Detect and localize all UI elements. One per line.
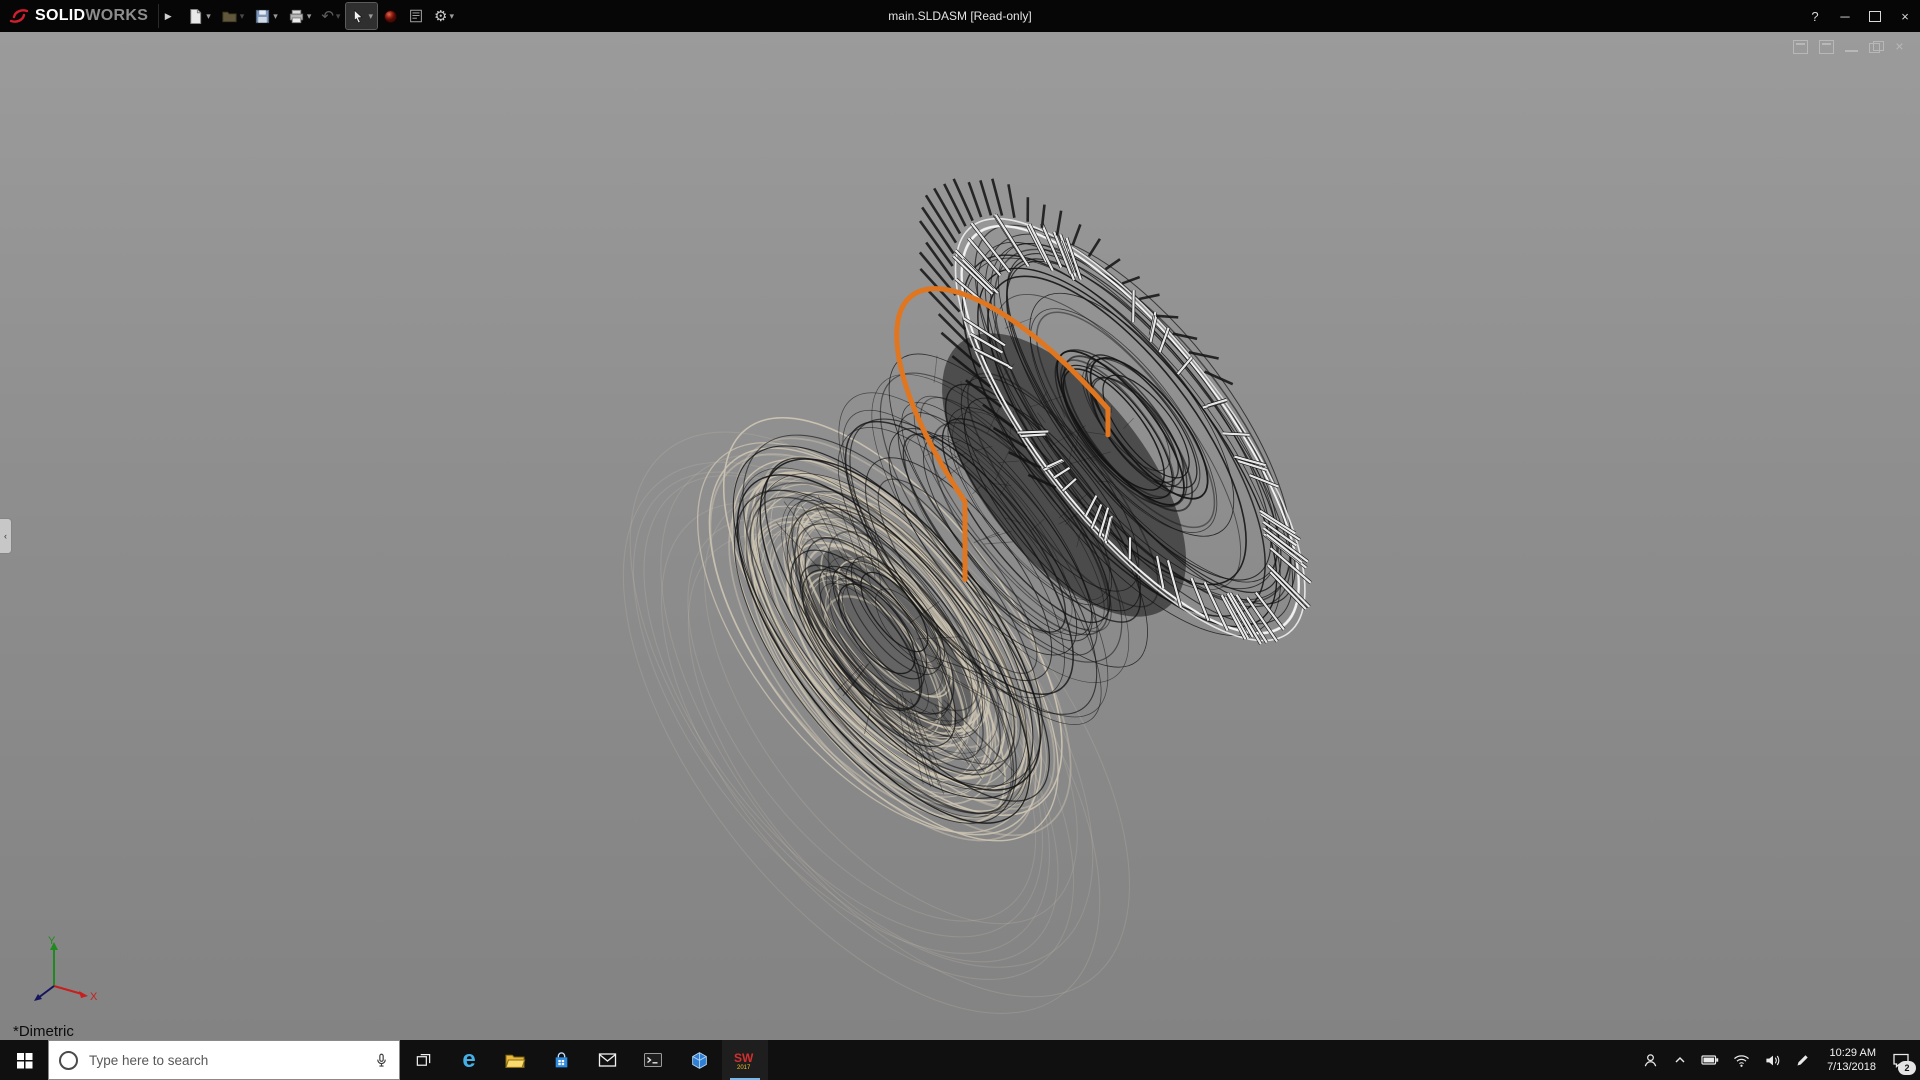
pen-icon: [1797, 1055, 1808, 1066]
people-icon: [1644, 1053, 1657, 1066]
notification-badge: 2: [1898, 1061, 1916, 1075]
doc-close-icon[interactable]: ×: [1893, 39, 1906, 53]
doc-minimize-icon[interactable]: [1845, 40, 1858, 52]
battery-button[interactable]: [1694, 1040, 1726, 1080]
chevron-up-icon: [1675, 1057, 1685, 1063]
appearance-sphere-icon: [384, 9, 397, 23]
clock-time: 10:29 AM: [1829, 1046, 1876, 1059]
dropdown-caret-icon[interactable]: ▾: [240, 11, 245, 22]
titlebar: SOLIDWORKS ▶ ▾ ▾ ▾ ▾ ↶ ▾ ▾ ⚙ ▾ main.SLDA…: [0, 0, 1920, 32]
battery-icon: [1701, 1055, 1719, 1065]
doc-split-icon[interactable]: [1819, 40, 1834, 54]
save-button[interactable]: ▾: [250, 3, 282, 29]
wifi-icon: [1734, 1054, 1750, 1067]
undo-icon: ↶: [321, 7, 334, 25]
system-tray: 10:29 AM 7/13/2018 2: [1635, 1040, 1920, 1080]
triad-y-label: Y: [48, 935, 56, 947]
sw-year: 2017: [737, 1065, 751, 1071]
quick-access-toolbar: ▾ ▾ ▾ ▾ ↶ ▾ ▾ ⚙ ▾: [183, 2, 458, 30]
select-tool-button[interactable]: ▾: [345, 2, 378, 30]
store-icon: [555, 1051, 567, 1067]
microphone-icon[interactable]: [374, 1052, 389, 1069]
orientation-triad: Y X: [34, 935, 98, 1003]
task-view-button[interactable]: [400, 1040, 446, 1080]
solidworks-2017-icon: SW 2017: [734, 1051, 754, 1071]
doc-pane-icon[interactable]: [1793, 40, 1808, 54]
3d-model-wireframe-view[interactable]: [0, 32, 1920, 1040]
document-window-controls: ×: [1793, 39, 1906, 54]
save-floppy-icon: [256, 9, 270, 23]
dassault-logo-icon: [9, 9, 29, 23]
people-button[interactable]: [1635, 1040, 1666, 1080]
dropdown-caret-icon[interactable]: ▾: [273, 11, 278, 22]
task-view-icon: [416, 1053, 430, 1066]
taskbar-app-edge[interactable]: e: [446, 1040, 492, 1080]
maximize-icon: [1869, 10, 1881, 22]
taskbar-app-solidworks[interactable]: SW 2017: [722, 1040, 768, 1080]
window-title: main.SLDASM [Read-only]: [888, 9, 1032, 23]
doc-restore-icon[interactable]: [1869, 41, 1884, 53]
minimize-button[interactable]: ─: [1830, 0, 1860, 32]
solidworks-logo: SOLIDWORKS: [0, 7, 158, 25]
dropdown-caret-icon[interactable]: ▾: [368, 11, 373, 22]
window-controls: ? ─ ×: [1800, 0, 1920, 32]
dropdown-caret-icon[interactable]: ▾: [449, 11, 454, 22]
start-button[interactable]: [0, 1040, 48, 1080]
help-button[interactable]: ?: [1800, 0, 1830, 32]
search-input[interactable]: [87, 1051, 365, 1069]
cortana-icon: [59, 1050, 78, 1070]
speaker-icon: [1766, 1055, 1780, 1065]
open-document-button[interactable]: ▾: [217, 3, 249, 29]
tray-overflow-button[interactable]: [1666, 1040, 1694, 1080]
file-explorer-icon: [505, 1054, 526, 1068]
clock-date: 7/13/2018: [1827, 1061, 1876, 1073]
select-cursor-icon: [354, 8, 364, 23]
graphics-viewport[interactable]: × ‹ Y X *Dimetric: [0, 32, 1920, 1040]
taskbar-search[interactable]: [48, 1040, 400, 1080]
open-folder-icon: [222, 11, 237, 22]
print-button[interactable]: ▾: [284, 3, 316, 29]
brand-text: SOLIDWORKS: [35, 7, 149, 24]
display-settings-button[interactable]: [404, 3, 428, 29]
display-pane-icon: [410, 9, 422, 23]
dropdown-caret-icon[interactable]: ▾: [307, 11, 312, 22]
gear-icon: ⚙: [433, 7, 448, 25]
windows-taskbar: e SW: [0, 1040, 1920, 1080]
taskbar-app-store[interactable]: [538, 1040, 584, 1080]
taskbar-app-3d-viewer[interactable]: [676, 1040, 722, 1080]
maximize-button[interactable]: [1860, 0, 1890, 32]
view-orientation-label: *Dimetric: [13, 1023, 74, 1040]
taskbar-app-file-explorer[interactable]: [492, 1040, 538, 1080]
dropdown-caret-icon[interactable]: ▾: [336, 11, 341, 22]
3d-cube-icon: [691, 1051, 707, 1069]
new-document-button[interactable]: ▾: [183, 3, 215, 29]
print-icon: [289, 9, 303, 23]
taskbar-app-mail[interactable]: [584, 1040, 630, 1080]
mail-envelope-icon: [598, 1053, 616, 1067]
appearances-button[interactable]: [379, 3, 402, 29]
feature-panel-collapse-handle[interactable]: ‹: [0, 518, 12, 554]
network-button[interactable]: [1726, 1040, 1757, 1080]
menu-expand-arrow-icon[interactable]: ▶: [158, 4, 177, 28]
taskbar-clock[interactable]: 10:29 AM 7/13/2018: [1818, 1040, 1885, 1080]
action-center-button[interactable]: 2: [1885, 1040, 1920, 1080]
new-document-icon: [190, 8, 202, 24]
edge-icon: e: [462, 1046, 476, 1073]
taskbar-app-console[interactable]: [630, 1040, 676, 1080]
triad-x-label: X: [90, 991, 98, 1003]
undo-button[interactable]: ↶ ▾: [317, 3, 344, 29]
options-button[interactable]: ⚙ ▾: [430, 3, 458, 29]
close-button[interactable]: ×: [1890, 0, 1920, 32]
sw-label: SW: [734, 1051, 754, 1065]
volume-button[interactable]: [1757, 1040, 1788, 1080]
dropdown-caret-icon[interactable]: ▾: [206, 11, 211, 22]
command-prompt-icon: [644, 1053, 662, 1067]
pen-settings-button[interactable]: [1788, 1040, 1818, 1080]
windows-logo-icon: [16, 1052, 32, 1068]
